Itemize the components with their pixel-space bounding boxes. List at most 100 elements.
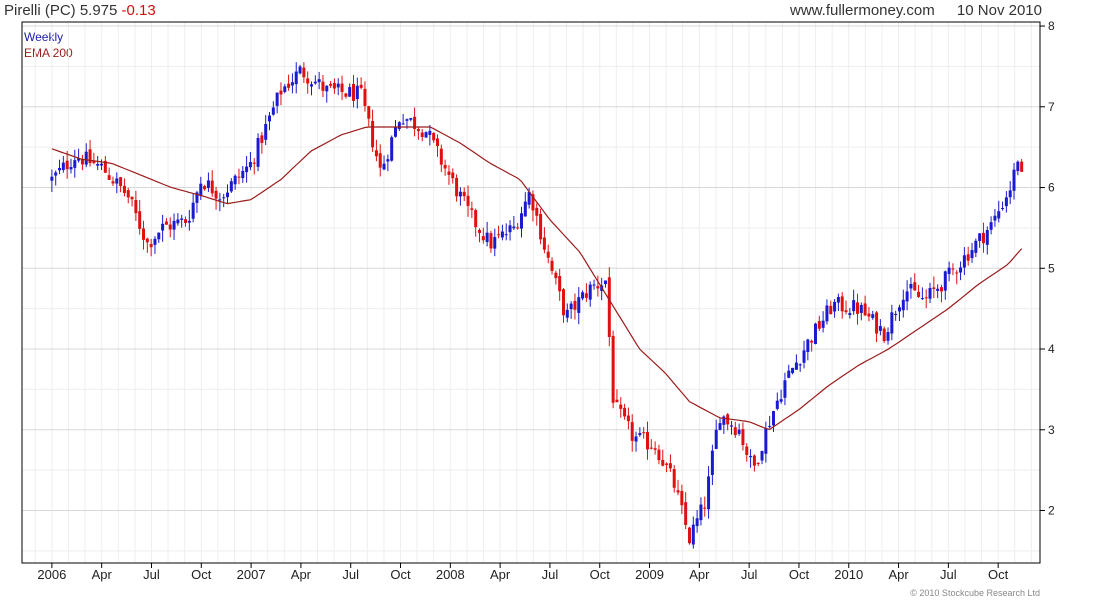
x-tick-label: Oct <box>191 567 212 582</box>
candle-body <box>714 429 718 449</box>
x-tick-label: 2010 <box>834 567 863 582</box>
candle-body <box>317 79 321 83</box>
x-tick-label: Jul <box>342 567 359 582</box>
candle-body <box>989 222 993 230</box>
candle-body <box>569 303 573 310</box>
candle-body <box>859 305 863 313</box>
candle-body <box>500 231 504 238</box>
candle-body <box>959 267 963 273</box>
candle-body <box>451 172 455 179</box>
candle-body <box>603 280 607 285</box>
x-tick-label: Oct <box>390 567 411 582</box>
candle-body <box>863 303 867 316</box>
candle-body <box>901 299 905 311</box>
candle-body <box>481 236 485 241</box>
candle-body <box>268 115 272 122</box>
candle-body <box>707 476 711 510</box>
x-tick-label: Apr <box>92 567 113 582</box>
candle-body <box>886 332 890 341</box>
candle-body <box>684 502 688 525</box>
x-tick-label: Apr <box>291 567 312 582</box>
candle-body <box>752 455 756 466</box>
candle-body <box>336 83 340 88</box>
candle-body <box>645 431 649 450</box>
candle-body <box>122 185 126 194</box>
candle-body <box>806 339 810 353</box>
candle-body <box>428 130 432 135</box>
candle-body <box>512 226 516 229</box>
candle-body <box>466 195 470 206</box>
candle-body <box>829 305 833 315</box>
candle-body <box>981 232 985 244</box>
candle-body <box>435 138 439 146</box>
candle-body <box>653 448 657 450</box>
candle-body <box>313 81 317 84</box>
x-tick-label: Apr <box>490 567 511 582</box>
candle-body <box>561 289 565 316</box>
candle-body <box>737 429 741 434</box>
candle-body <box>917 291 921 297</box>
candle-body <box>325 85 329 92</box>
candle-body <box>997 211 1001 219</box>
candle-body <box>371 120 375 148</box>
candle-body <box>939 287 943 292</box>
candle-body <box>928 287 932 299</box>
plot-frame <box>21 21 1041 564</box>
candle-body <box>539 213 543 240</box>
candle-body <box>252 162 256 164</box>
candle-body <box>596 286 600 289</box>
y-tick-label: 7 <box>1048 100 1055 114</box>
candle-body <box>764 428 768 454</box>
candle-body <box>168 224 172 230</box>
candle-body <box>657 449 661 461</box>
y-tick-label: 2 <box>1048 504 1055 518</box>
candle-body <box>84 151 88 165</box>
candle-body <box>54 172 58 176</box>
x-tick-label: Jul <box>940 567 957 582</box>
candle-body <box>329 83 333 86</box>
candle-body <box>378 153 382 168</box>
candle-body <box>626 415 630 422</box>
candle-body <box>642 432 646 434</box>
candle-body <box>710 450 714 475</box>
candle-body <box>890 312 894 334</box>
candle-body <box>913 282 917 291</box>
candle-body <box>833 301 837 312</box>
candle-body <box>741 429 745 446</box>
candle-body <box>260 135 264 143</box>
candle-body <box>821 320 825 328</box>
candle-body <box>443 164 447 169</box>
candle-body <box>180 218 184 220</box>
candle-body <box>424 132 428 138</box>
candle-body <box>367 106 371 119</box>
candle-body <box>592 284 596 286</box>
candle-body <box>153 238 157 245</box>
candle-body <box>69 167 73 170</box>
candle-body <box>691 524 695 545</box>
candle-body <box>798 364 802 366</box>
candle-body <box>233 175 237 185</box>
candle-body <box>145 238 149 243</box>
candle-body <box>210 180 214 194</box>
candle-body <box>206 180 210 188</box>
candle-body <box>665 463 669 465</box>
candle-body <box>50 176 54 181</box>
candle-body <box>107 175 111 180</box>
candle-body <box>298 66 302 74</box>
candle-body <box>61 162 65 171</box>
candle-body <box>164 221 168 225</box>
candle-body <box>1020 161 1024 172</box>
candle-body <box>275 92 279 106</box>
candle-body <box>352 83 356 101</box>
candle-body <box>787 370 791 378</box>
candle-body <box>432 132 436 141</box>
candle-body <box>363 88 367 106</box>
candle-body <box>58 168 62 171</box>
candle-body <box>550 260 554 271</box>
candle-body <box>96 163 100 166</box>
candle-body <box>649 447 653 449</box>
candle-body <box>344 93 348 97</box>
y-tick-label: 5 <box>1048 261 1055 275</box>
candle-body <box>348 87 352 97</box>
candle-body <box>287 83 291 88</box>
